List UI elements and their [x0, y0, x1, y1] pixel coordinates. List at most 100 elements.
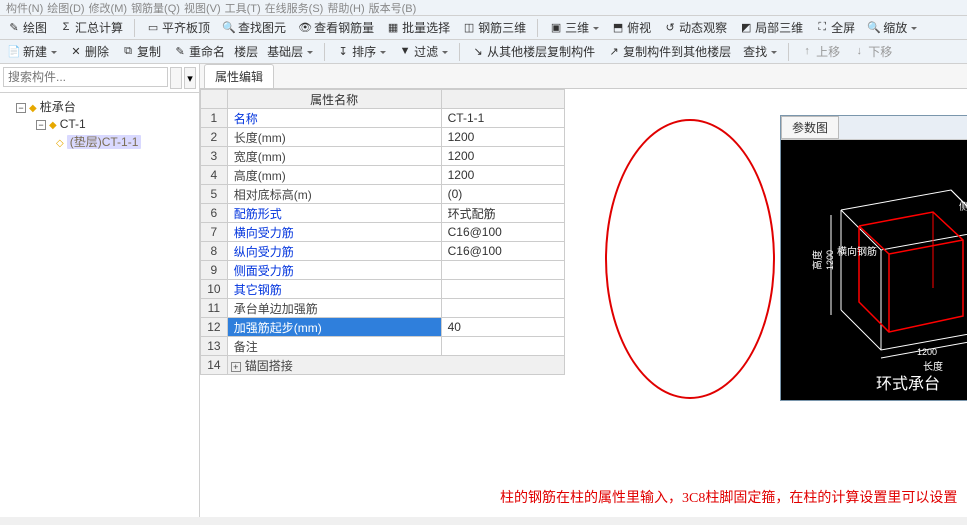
orbit-icon: ↺ [663, 21, 677, 35]
prop-value[interactable] [441, 261, 564, 280]
dyn-view-tool[interactable]: ↺动态观察 [660, 18, 730, 37]
prop-value[interactable] [441, 299, 564, 318]
row-idx: 3 [201, 147, 228, 166]
prop-name[interactable]: 相对底标高(m) [227, 185, 441, 204]
node-icon: ◆ [49, 120, 57, 131]
filter-icon: ▼ [398, 45, 412, 59]
rebar-3d-tool[interactable]: ◫钢筋三维 [459, 18, 529, 37]
prop-row[interactable]: 9侧面受力筋 [201, 261, 565, 280]
sum-tool[interactable]: Σ汇总计算 [56, 18, 126, 37]
prop-row[interactable]: 7横向受力筋C16@100 [201, 223, 565, 242]
param-title: 参数图 [781, 116, 839, 139]
prop-name[interactable]: 横向受力筋 [227, 223, 441, 242]
prop-row[interactable]: 11承台单边加强筋 [201, 299, 565, 318]
check-rebar-tool[interactable]: 👁查看钢筋量 [295, 18, 377, 37]
label-dim1: 1200 [917, 347, 937, 357]
base-dropdown[interactable]: 基础层 [264, 42, 316, 61]
col-val-header [441, 90, 564, 109]
row-idx: 14 [201, 356, 228, 375]
prop-row[interactable]: 8纵向受力筋C16@100 [201, 242, 565, 261]
prop-row[interactable]: 4高度(mm)1200 [201, 166, 565, 185]
prop-name[interactable]: 侧面受力筋 [227, 261, 441, 280]
delete-button[interactable]: ✕删除 [66, 42, 112, 61]
row-idx: 13 [201, 337, 228, 356]
prop-row[interactable]: 3宽度(mm)1200 [201, 147, 565, 166]
prop-name[interactable]: 其它钢筋 [227, 280, 441, 299]
prop-name[interactable]: 宽度(mm) [227, 147, 441, 166]
search-input[interactable] [3, 67, 168, 87]
full-screen-tool[interactable]: ⛶全屏 [812, 18, 858, 37]
row-idx: 4 [201, 166, 228, 185]
prop-name[interactable]: 纵向受力筋 [227, 242, 441, 261]
tree-child-ct1[interactable]: −◆CT-1 [2, 116, 197, 132]
sort-button[interactable]: ↧排序 [333, 42, 389, 61]
prop-row[interactable]: 1名称CT-1-1 [201, 109, 565, 128]
prop-value[interactable] [441, 280, 564, 299]
batch-select-tool[interactable]: ▦批量选择 [383, 18, 453, 37]
prop-value[interactable]: 40 [441, 318, 564, 337]
rename-icon: ✎ [173, 45, 187, 59]
prop-value[interactable] [441, 337, 564, 356]
local3d-icon: ◩ [739, 21, 753, 35]
filter-button[interactable]: ▼过滤 [395, 42, 451, 61]
expand-row[interactable]: +锚固搭接 [227, 356, 564, 375]
copy-from-button[interactable]: ↘从其他楼层复制构件 [468, 42, 598, 61]
view-3d-tool[interactable]: ▣三维 [546, 18, 602, 37]
search-more[interactable]: ▾ [184, 67, 196, 89]
rename-button[interactable]: ✎重命名 [170, 42, 228, 61]
prop-row[interactable]: 12加强筋起步(mm)40 [201, 318, 565, 337]
prop-row[interactable]: 2长度(mm)1200 [201, 128, 565, 147]
tab-properties[interactable]: 属性编辑 [204, 64, 274, 88]
property-grid: 属性名称 1名称CT-1-12长度(mm)12003宽度(mm)12004高度(… [200, 89, 565, 375]
prop-value[interactable]: 1200 [441, 166, 564, 185]
prop-name[interactable]: 高度(mm) [227, 166, 441, 185]
prop-name[interactable]: 长度(mm) [227, 128, 441, 147]
separator [788, 43, 789, 61]
prop-value[interactable]: C16@100 [441, 223, 564, 242]
fullscreen-icon: ⛶ [815, 21, 829, 35]
storey-label: 楼层 [234, 43, 258, 60]
prop-value[interactable]: CT-1-1 [441, 109, 564, 128]
new-button[interactable]: 📄新建 [4, 42, 60, 61]
prop-name[interactable]: 名称 [227, 109, 441, 128]
row-idx: 9 [201, 261, 228, 280]
up-icon: ↑ [800, 45, 814, 59]
label-hx: 横向钢筋 [837, 245, 877, 258]
prop-row[interactable]: 6配筋形式环式配筋 [201, 204, 565, 223]
prop-row[interactable]: 13备注 [201, 337, 565, 356]
prop-name[interactable]: 加强筋起步(mm) [227, 318, 441, 337]
find-elem-tool[interactable]: 🔍查找图元 [219, 18, 289, 37]
prop-row[interactable]: 5相对底标高(m)(0) [201, 185, 565, 204]
prop-value[interactable]: 1200 [441, 147, 564, 166]
local-3d-tool[interactable]: ◩局部三维 [736, 18, 806, 37]
top-view-tool[interactable]: ⬒俯视 [608, 18, 654, 37]
draw-tool[interactable]: ✎绘图 [4, 18, 50, 37]
copy-button[interactable]: ⧉复制 [118, 42, 164, 61]
prop-value[interactable]: 1200 [441, 128, 564, 147]
col-idx [201, 90, 228, 109]
prop-value[interactable]: 环式配筋 [441, 204, 564, 223]
prop-name[interactable]: 配筋形式 [227, 204, 441, 223]
separator [324, 43, 325, 61]
move-down-button[interactable]: ↓下移 [849, 42, 895, 61]
search-row: ▾ [0, 64, 199, 93]
param-panel: 参数图 [780, 115, 967, 401]
prop-value[interactable]: (0) [441, 185, 564, 204]
prop-value[interactable]: C16@100 [441, 242, 564, 261]
prop-name[interactable]: 备注 [227, 337, 441, 356]
tree-root[interactable]: −◆桩承台 [2, 97, 197, 116]
export-icon: ↗ [607, 45, 621, 59]
search-go[interactable] [170, 67, 182, 89]
prop-name[interactable]: 承台单边加强筋 [227, 299, 441, 318]
annotation-text: 柱的钢筋在柱的属性里输入，3C8柱脚固定箍，在柱的计算设置里可以设置 [500, 487, 957, 507]
flush-top-tool[interactable]: ▭平齐板顶 [143, 18, 213, 37]
import-icon: ↘ [471, 45, 485, 59]
left-panel: ▾ −◆桩承台 −◆CT-1 ◇(垫层)CT-1-1 [0, 64, 200, 517]
prop-row[interactable]: 10其它钢筋 [201, 280, 565, 299]
zoom-tool[interactable]: 🔍缩放 [864, 18, 920, 37]
move-up-button[interactable]: ↑上移 [797, 42, 843, 61]
search-button[interactable]: 查找 [740, 42, 780, 61]
search-icon: 🔍 [222, 21, 236, 35]
copy-to-button[interactable]: ↗复制构件到其他楼层 [604, 42, 734, 61]
tree-child-selected[interactable]: ◇(垫层)CT-1-1 [2, 132, 197, 151]
